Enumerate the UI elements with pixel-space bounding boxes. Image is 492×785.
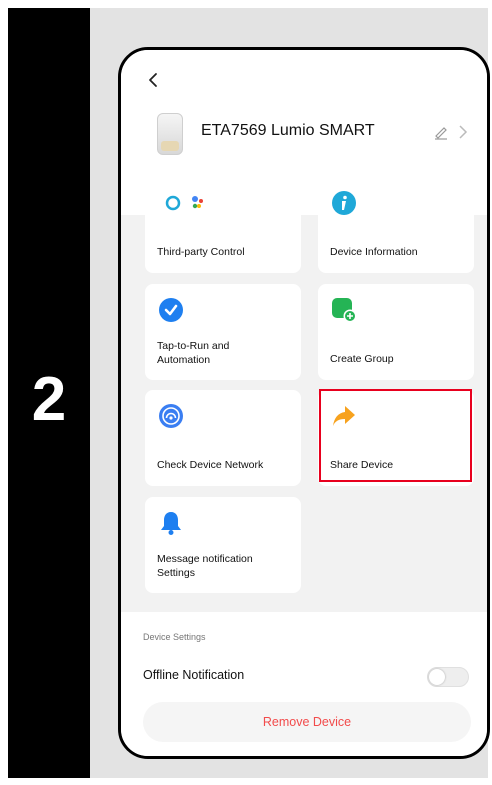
step-number: 2	[31, 365, 67, 434]
card-tap-to-run[interactable]: Tap-to-Run and Automation	[145, 284, 301, 380]
card-check-device-network[interactable]: Check Device Network	[145, 390, 301, 486]
card-label: Device Information	[330, 246, 418, 258]
card-create-group[interactable]: Create Group	[318, 284, 474, 380]
alexa-google-assistant-icon	[165, 195, 203, 211]
network-icon	[159, 404, 183, 428]
card-label: Message notification Settings	[157, 553, 253, 579]
offline-notification-label: Offline Notification	[143, 668, 245, 682]
card-message-notification[interactable]: Message notification Settings	[145, 497, 301, 593]
section-title: Device Settings	[143, 632, 206, 642]
offline-notification-toggle[interactable]	[427, 667, 469, 687]
bell-icon	[161, 512, 181, 535]
back-arrow-icon[interactable]	[143, 68, 163, 92]
device-title: ETA7569 Lumio SMART	[201, 122, 375, 139]
card-device-information[interactable]: Device Information	[318, 177, 474, 273]
edit-pencil-icon[interactable]	[433, 124, 449, 140]
create-group-icon	[332, 298, 357, 323]
phone-frame: ETA7569 Lumio SMART Third-party Control …	[118, 47, 490, 759]
info-icon	[332, 191, 356, 215]
card-label: Tap-to-Run and Automation	[157, 340, 230, 366]
card-third-party-control[interactable]: Third-party Control	[145, 177, 301, 273]
device-thumbnail	[157, 113, 183, 155]
share-device-highlight	[319, 389, 472, 482]
device-settings-section: Device Settings Offline Notification Rem…	[121, 612, 487, 756]
chevron-right-icon[interactable]	[457, 124, 469, 140]
card-label: Check Device Network	[157, 459, 264, 471]
card-label: Create Group	[330, 353, 394, 365]
card-label: Third-party Control	[157, 246, 245, 258]
remove-device-button[interactable]: Remove Device	[143, 702, 471, 742]
check-icon	[159, 298, 183, 322]
